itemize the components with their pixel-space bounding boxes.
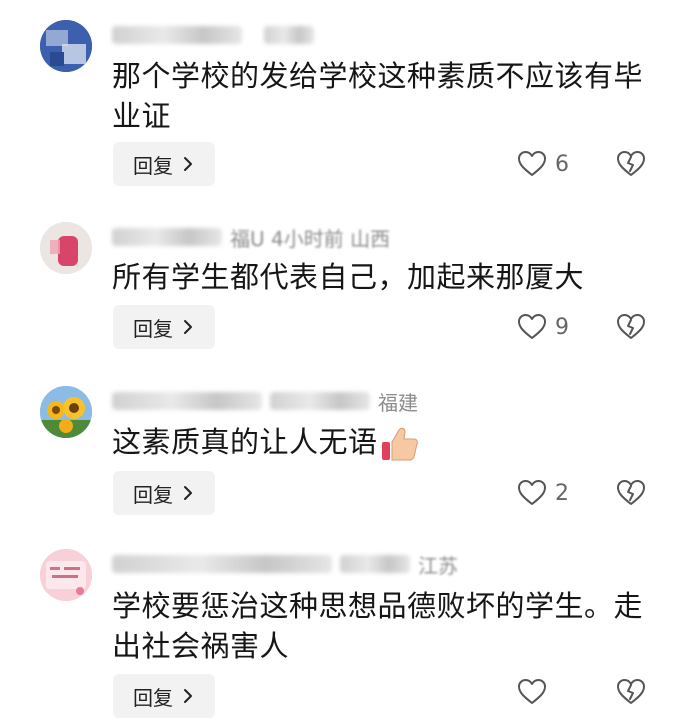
dislike-button[interactable] xyxy=(616,150,646,182)
broken-heart-icon xyxy=(617,151,645,176)
comment-meta: 江苏 xyxy=(112,551,458,578)
heart-outline-icon xyxy=(518,314,546,339)
reply-button[interactable]: 回复 xyxy=(113,142,215,186)
comment-meta: 福建 xyxy=(112,388,418,415)
comment-meta: 福U 4小时前 山西 xyxy=(112,224,391,251)
dislike-button[interactable] xyxy=(616,479,646,511)
comment-text-line: 所有学生都代表自己，加起来那厦大 xyxy=(112,260,585,294)
blurred-info xyxy=(270,392,370,410)
reply-label: 回复 xyxy=(133,316,173,341)
dislike-button[interactable] xyxy=(616,678,646,710)
reply-label: 回复 xyxy=(133,153,173,178)
avatar[interactable] xyxy=(40,222,92,274)
comment-text-line: 出社会祸害人 xyxy=(112,629,290,663)
chevron-right-icon xyxy=(184,320,192,334)
like-button[interactable]: 2 xyxy=(517,479,571,507)
comment-text: 所有学生都代表自己，加起来那厦大 xyxy=(112,257,652,297)
broken-heart-icon xyxy=(617,480,645,505)
reply-label: 回复 xyxy=(133,482,173,507)
avatar-image xyxy=(40,20,92,72)
avatar-image xyxy=(40,549,92,601)
heart-outline-icon xyxy=(518,480,546,505)
broken-heart-icon xyxy=(617,314,645,339)
comment-text: 那个学校的发给学校这种素质不应该有毕 业证 xyxy=(112,56,652,136)
comment-meta-info: 福建 xyxy=(378,390,418,415)
chevron-right-icon xyxy=(184,486,192,500)
comment-text-line: 这素质真的让人无语 xyxy=(112,422,652,462)
avatar[interactable] xyxy=(40,20,92,72)
comment-text-line: 那个学校的发给学校这种素质不应该有毕 xyxy=(112,59,644,93)
chevron-right-icon xyxy=(184,157,192,171)
blurred-username xyxy=(112,392,262,410)
like-count: 9 xyxy=(555,314,569,340)
comment-text-line: 学校要惩治这种思想品德败坏的学生。走 xyxy=(112,589,644,623)
comment-text: 学校要惩治这种思想品德败坏的学生。走 出社会祸害人 xyxy=(112,586,652,666)
like-count: 2 xyxy=(555,480,569,506)
blurred-info xyxy=(264,26,314,44)
blurred-username xyxy=(112,228,222,246)
avatar[interactable] xyxy=(40,386,92,438)
comment-meta-info: 福U 4小时前 山西 xyxy=(230,226,391,251)
blurred-username xyxy=(112,555,332,573)
like-button[interactable] xyxy=(517,678,571,706)
comment-meta xyxy=(112,22,314,48)
heart-outline-icon xyxy=(518,679,546,704)
like-count: 6 xyxy=(555,151,569,177)
chevron-right-icon xyxy=(184,689,192,703)
avatar[interactable] xyxy=(40,549,92,601)
reply-button[interactable]: 回复 xyxy=(113,674,215,718)
avatar-image xyxy=(40,222,92,274)
blurred-info xyxy=(340,555,410,573)
dislike-button[interactable] xyxy=(616,313,646,345)
comment-text-span: 这素质真的让人无语 xyxy=(112,425,378,459)
like-button[interactable]: 9 xyxy=(517,313,571,341)
thumbs-up-icon xyxy=(381,427,418,461)
comment-text-line: 业证 xyxy=(112,99,172,133)
comment-meta-info: 江苏 xyxy=(418,553,458,578)
blurred-username xyxy=(112,26,242,44)
broken-heart-icon xyxy=(617,679,645,704)
heart-outline-icon xyxy=(518,151,546,176)
like-button[interactable]: 6 xyxy=(517,150,571,178)
reply-button[interactable]: 回复 xyxy=(113,305,215,349)
comment-text: 这素质真的让人无语 xyxy=(112,422,652,462)
avatar-image xyxy=(40,386,92,438)
reply-button[interactable]: 回复 xyxy=(113,471,215,515)
